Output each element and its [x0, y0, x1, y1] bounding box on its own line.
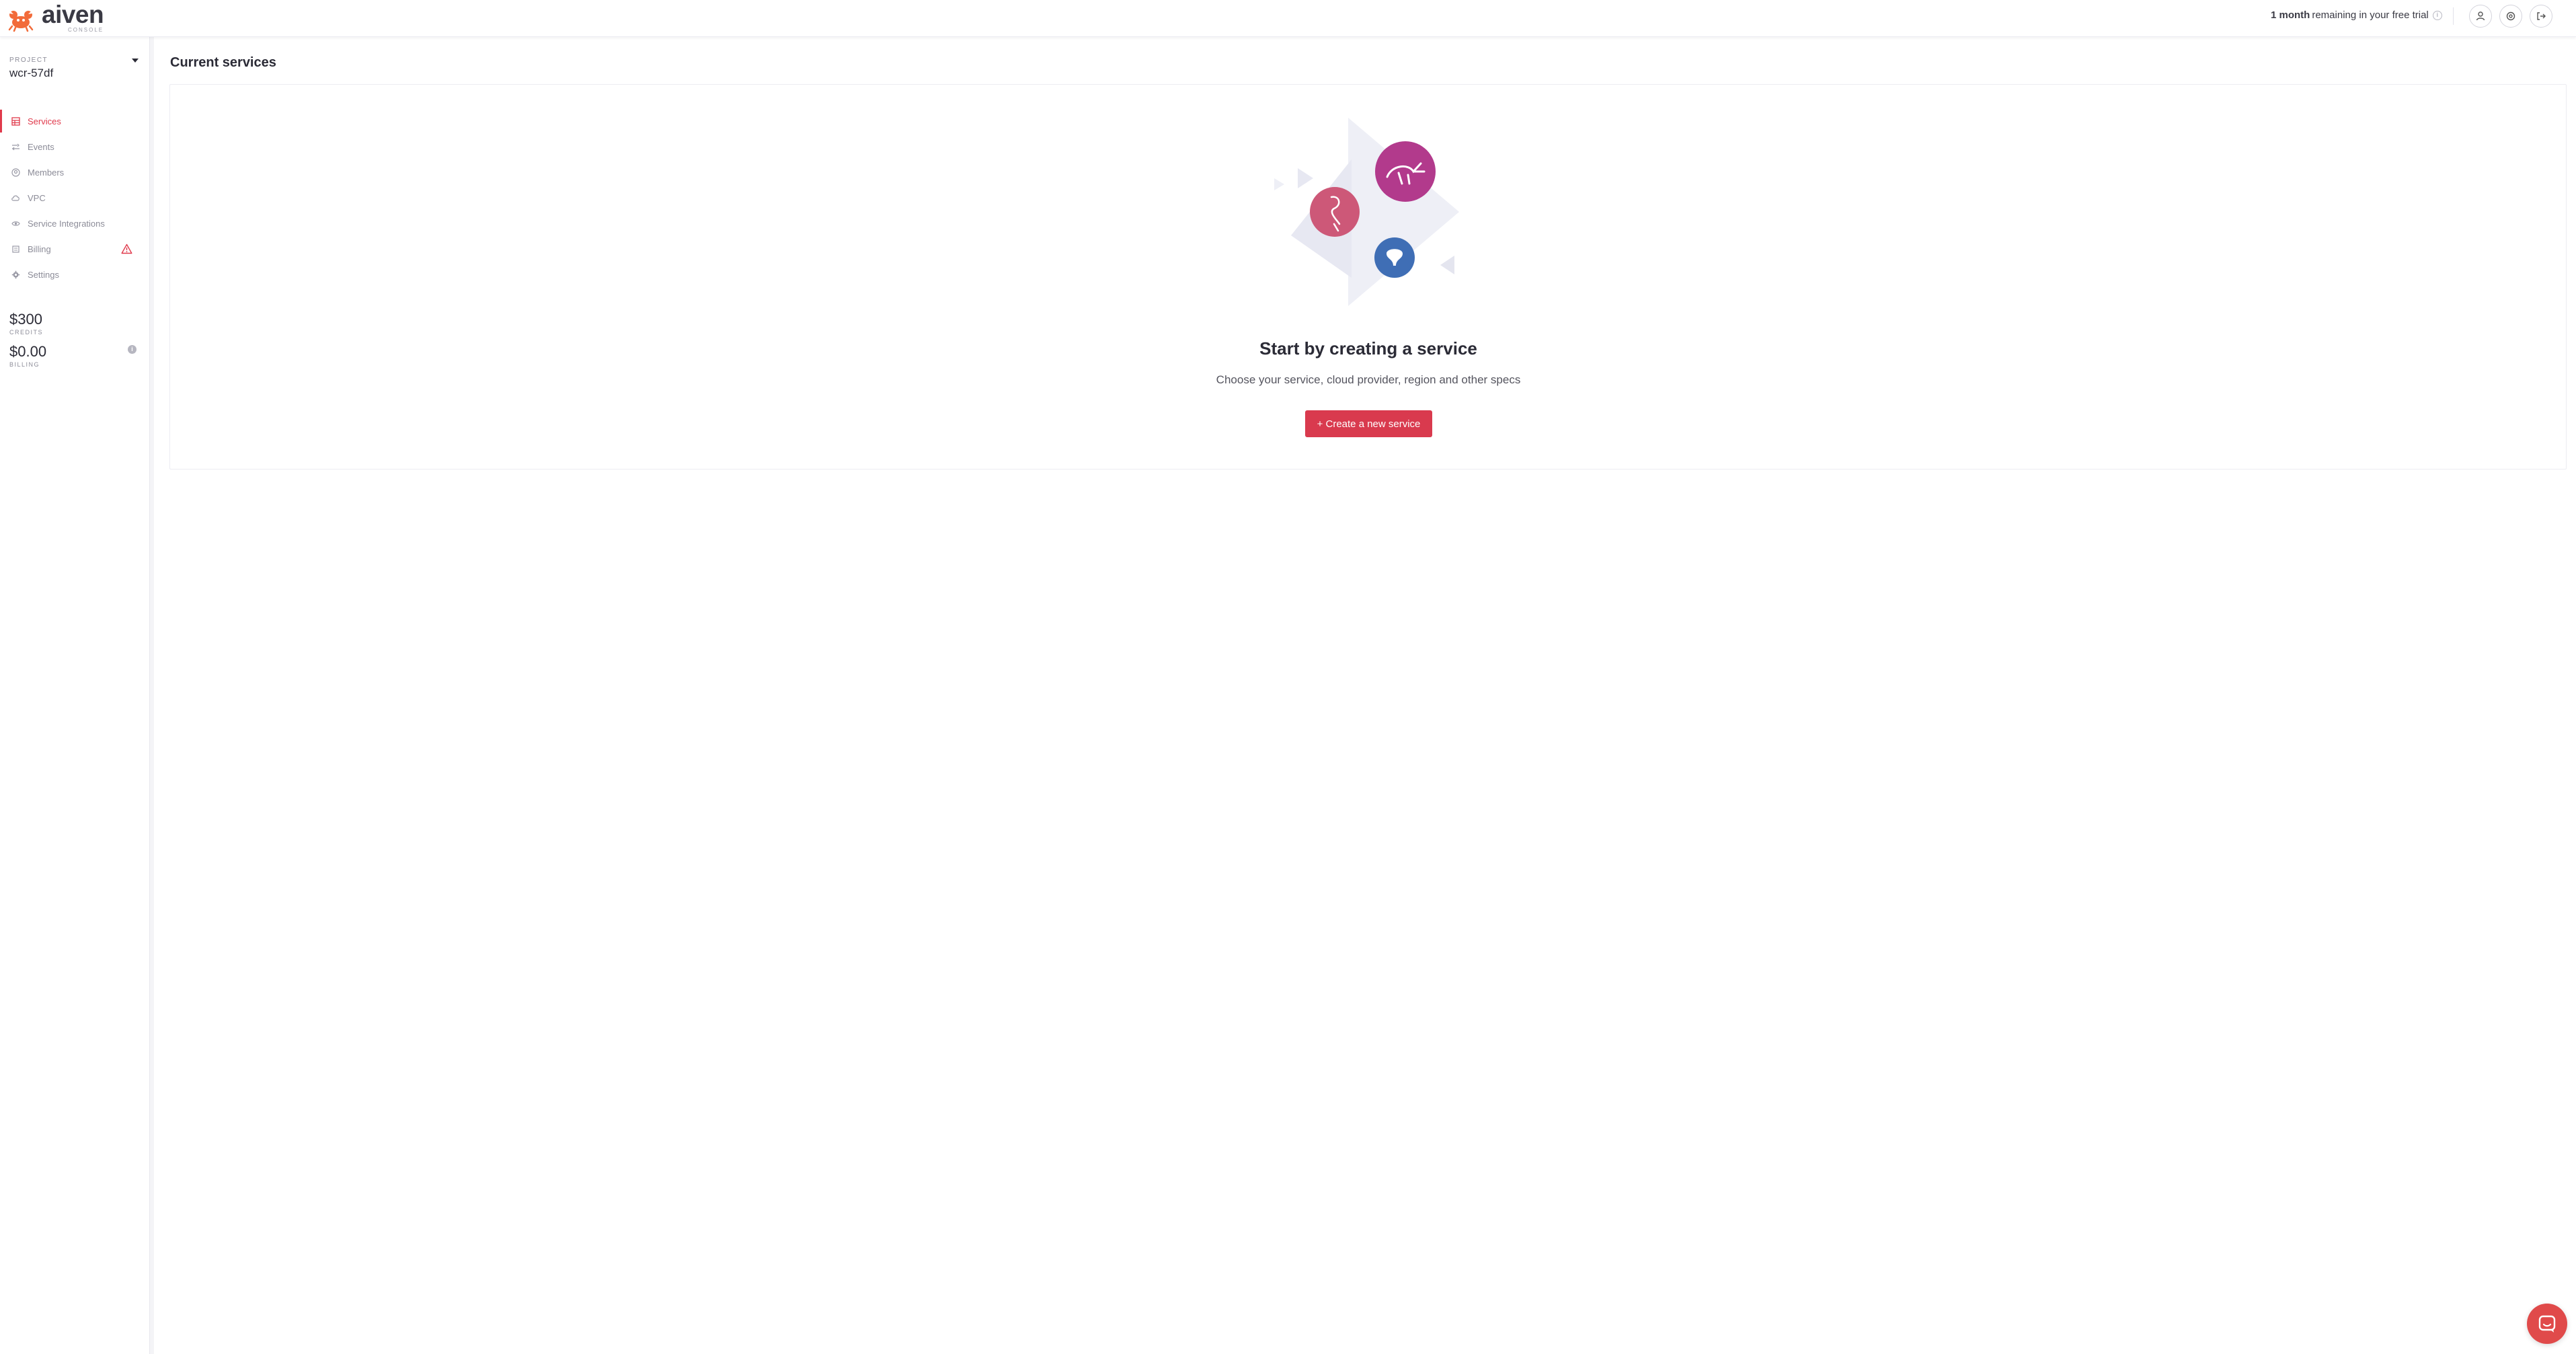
- trial-text: remaining in your free trial: [2312, 9, 2429, 21]
- brand-name: aiven: [42, 1, 104, 28]
- gear-icon: [11, 270, 20, 279]
- billing-icon: [11, 244, 20, 254]
- warning-icon: [121, 243, 132, 254]
- user-icon: [2476, 11, 2485, 21]
- sidebar-item-vpc[interactable]: VPC: [0, 185, 150, 211]
- services-icon: [11, 116, 20, 126]
- aiven-logo[interactable]: aiven CONSOLE: [7, 1, 104, 34]
- logout-button[interactable]: [2530, 5, 2552, 28]
- caret-down-icon[interactable]: [132, 59, 139, 63]
- info-icon[interactable]: i: [128, 345, 136, 354]
- sidebar-nav: Services Events Members VPC Service Inte…: [0, 108, 150, 287]
- sidebar: PROJECT wcr-57df Services Events Members: [0, 37, 150, 1354]
- credits-value: $300: [9, 311, 42, 328]
- billing-value: $0.00: [9, 343, 47, 360]
- sidebar-item-label: Events: [28, 141, 54, 152]
- billing-label: BILLING: [9, 361, 40, 368]
- sidebar-item-services[interactable]: Services: [0, 108, 150, 134]
- trial-duration: 1 month: [2271, 9, 2310, 21]
- sidebar-item-label: Billing: [28, 243, 51, 254]
- logout-icon: [2537, 12, 2546, 20]
- profile-button[interactable]: [2469, 5, 2492, 28]
- header-divider: [2453, 7, 2454, 25]
- sidebar-divider: [150, 37, 154, 1354]
- top-bar: aiven CONSOLE 1 month remaining in your …: [0, 0, 2576, 37]
- chat-icon: [2538, 1315, 2556, 1332]
- members-icon: [11, 167, 20, 177]
- credits-summary: $300 CREDITS $0.00 BILLING: [9, 311, 144, 375]
- brand-text: aiven CONSOLE: [42, 1, 104, 34]
- cloud-icon: [11, 193, 20, 202]
- sidebar-item-label: Services: [28, 116, 61, 126]
- page-title: Current services: [170, 55, 276, 70]
- create-service-button[interactable]: + Create a new service: [1305, 410, 1432, 437]
- crab-logo-icon: [8, 11, 34, 32]
- sidebar-item-label: Service Integrations: [28, 218, 105, 229]
- sidebar-item-billing[interactable]: Billing: [0, 236, 150, 262]
- sidebar-item-events[interactable]: Events: [0, 134, 150, 159]
- trial-status: 1 month remaining in your free trial i: [2271, 9, 2442, 21]
- project-name[interactable]: wcr-57df: [9, 67, 53, 80]
- credits-label: CREDITS: [9, 329, 44, 336]
- integrations-icon: [11, 219, 20, 228]
- sidebar-item-settings[interactable]: Settings: [0, 262, 150, 287]
- brand-subtitle: CONSOLE: [68, 27, 104, 33]
- sidebar-item-service-integrations[interactable]: Service Integrations: [0, 211, 150, 236]
- sidebar-item-label: Settings: [28, 269, 59, 280]
- info-icon[interactable]: i: [2432, 10, 2442, 20]
- settings-icon: [2506, 11, 2515, 21]
- sidebar-item-label: VPC: [28, 192, 46, 203]
- project-label: PROJECT: [9, 57, 48, 64]
- chat-launcher-button[interactable]: [2527, 1304, 2567, 1344]
- sidebar-item-members[interactable]: Members: [0, 159, 150, 185]
- empty-state-title: Start by creating a service: [1259, 338, 1477, 359]
- settings-button[interactable]: [2499, 5, 2522, 28]
- empty-state-subtitle: Choose your service, cloud provider, reg…: [1216, 373, 1521, 386]
- events-icon: [11, 142, 20, 151]
- sidebar-item-label: Members: [28, 167, 65, 178]
- services-illustration: [1274, 118, 1459, 306]
